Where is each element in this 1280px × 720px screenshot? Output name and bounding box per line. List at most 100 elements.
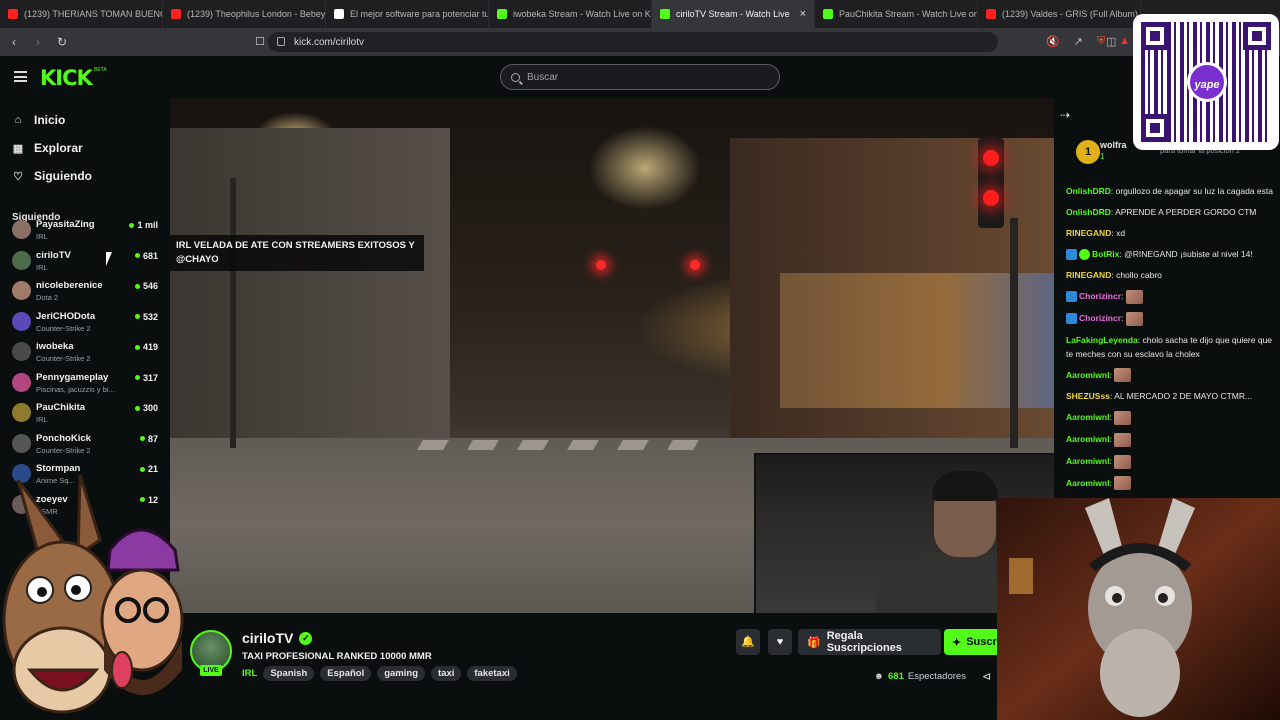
nav-siguiendo[interactable]: ♡ Siguiendo: [0, 162, 168, 190]
browser-tab[interactable]: El mejor software para potenciar tu ...: [326, 0, 489, 28]
chat-username[interactable]: Chorizincr: [1079, 313, 1121, 323]
emote-icon: [1125, 311, 1143, 326]
url-text: kick.com/cirilotv: [294, 36, 365, 48]
kick-logo[interactable]: KICK: [40, 66, 93, 90]
chat-username[interactable]: RINEGAND: [1066, 228, 1111, 238]
stream-category[interactable]: IRL: [242, 668, 257, 679]
chat-username[interactable]: BotRix: [1092, 249, 1119, 259]
mute-icon[interactable]: 🔇: [1046, 35, 1060, 48]
browser-tab[interactable]: iwobeka Stream - Watch Live on Kick: [489, 0, 652, 28]
video-player[interactable]: [170, 98, 1054, 613]
tab-favicon-icon: [497, 9, 507, 19]
viewer-number: 87: [147, 433, 158, 444]
brave-shield-icon[interactable]: ⛨: [1097, 35, 1105, 48]
video-scene: [1010, 218, 1018, 448]
chat-username[interactable]: OnlishDRD: [1066, 207, 1111, 217]
chat-username[interactable]: Aaromiwnl: [1066, 478, 1109, 488]
channel-category: Counter-Strike 2: [36, 354, 91, 363]
browser-tab[interactable]: (1239) Theophilus London - Bebey (f...: [163, 0, 326, 28]
chat-username[interactable]: RINEGAND: [1066, 270, 1111, 280]
following-item[interactable]: iwobeka Counter-Strike 2 419: [12, 340, 162, 370]
following-item[interactable]: PauChikita IRL 300: [12, 401, 162, 431]
live-badge: LIVE: [200, 665, 222, 676]
tab-favicon-icon: [823, 9, 833, 19]
live-dot-icon: [134, 375, 140, 380]
star-icon: ✦: [952, 636, 962, 649]
channel-category: Counter-Strike 2: [36, 323, 91, 333]
extension-icon[interactable]: ▲: [1119, 35, 1130, 48]
share-page-icon[interactable]: ↗: [1074, 35, 1083, 48]
nav-label: Explorar: [34, 141, 83, 155]
emote-icon: [1114, 476, 1132, 491]
gift-subs-button[interactable]: 🎁 Regala Suscripciones: [798, 629, 941, 655]
top-gifter-count: 1: [1100, 152, 1105, 161]
chat-username[interactable]: Aaromiwnl: [1066, 456, 1109, 466]
search-input[interactable]: Buscar: [500, 64, 780, 90]
chat-username[interactable]: Aaromiwnl: [1066, 370, 1109, 380]
chat-username[interactable]: OnlishDRD: [1066, 186, 1111, 196]
viewer-number: 532: [142, 311, 158, 322]
emote-icon: [1114, 454, 1132, 469]
menu-icon[interactable]: [14, 71, 27, 82]
chat-message: RINEGAND: xd: [1066, 228, 1126, 238]
browser-tab[interactable]: PauChikita Stream - Watch Live on K...: [815, 0, 978, 28]
viewer-number: 1 mil: [137, 220, 158, 230]
stream-tag[interactable]: Spanish: [263, 666, 315, 681]
following-item[interactable]: Pennygameplay Piscinas, jacuzzis y bi... 3…: [12, 371, 162, 401]
chat-text: chollo cabro: [1116, 270, 1162, 280]
following-item[interactable]: PayasitaZing IRL 1 mil: [12, 218, 162, 248]
browser-tab[interactable]: (1239) Valdes - GRIS (Full Album) - Y...: [978, 0, 1141, 28]
channel-name[interactable]: ciriloTV: [242, 630, 293, 646]
chat-message: Aaromiwnl:: [1066, 476, 1278, 491]
yape-logo: yape: [1187, 62, 1227, 102]
beta-badge: BETA: [94, 67, 107, 73]
channel-category: Dota 2: [36, 293, 59, 302]
notification-bell-button[interactable]: 🔔: [736, 629, 760, 655]
avatar: [12, 281, 31, 300]
chat-message: RINEGAND: chollo cabro: [1066, 270, 1162, 280]
bookmark-icon[interactable]: ☐: [250, 35, 270, 48]
follow-heart-button[interactable]: ♥: [768, 629, 792, 655]
reload-icon[interactable]: ↻: [52, 35, 72, 49]
nav-explorar[interactable]: ▦ Explorar: [0, 134, 168, 162]
forward-icon[interactable]: ›: [28, 35, 48, 49]
chat-username[interactable]: Chorizincr: [1079, 291, 1121, 301]
subscriber-badge-icon: [1079, 249, 1090, 261]
chat-message: Chorizincr:: [1066, 311, 1278, 326]
stream-tag[interactable]: Español: [320, 666, 372, 681]
chat-username[interactable]: LaFakingLeyenda: [1066, 335, 1138, 345]
following-item[interactable]: JeriCHODota Counter-Strike 2 532: [12, 310, 162, 340]
sidebar-toggle-icon[interactable]: ◫: [1106, 35, 1116, 48]
channel-category: IRL: [36, 262, 48, 272]
url-field[interactable]: kick.com/cirilotv: [268, 32, 998, 52]
following-item[interactable]: nicoleberenice Dota 2 546: [12, 279, 162, 309]
gift-icon: 🎁: [807, 636, 821, 649]
collapse-chat-icon[interactable]: ⇢: [1060, 108, 1070, 122]
live-dot-icon: [134, 344, 140, 350]
viewer-count: ☻ 681 Espectadores: [874, 671, 966, 682]
stream-tags: IRL Spanish Español gaming taxi faketaxi: [242, 666, 517, 681]
channel-name: PauChikita: [36, 402, 86, 413]
chat-message: BotRix: @RINEGAND ¡subiste al nivel 14!: [1066, 247, 1278, 261]
share-icon[interactable]: ⊲: [982, 670, 991, 683]
subscribe-button[interactable]: ✦ Suscr: [944, 629, 1004, 655]
stream-tag[interactable]: gaming: [377, 666, 425, 681]
stream-tag[interactable]: faketaxi: [467, 666, 517, 681]
chat-username[interactable]: SHEZUSss: [1066, 391, 1110, 401]
viewer-count: 1 mil: [129, 220, 158, 230]
chat-username[interactable]: Aaromiwnl: [1066, 412, 1109, 422]
back-icon[interactable]: ‹: [4, 35, 24, 49]
browser-tab[interactable]: ciriloTV Stream - Watch Live ×: [652, 0, 815, 28]
following-item[interactable]: ciriloTV IRL 681: [12, 249, 162, 279]
tab-title: ciriloTV Stream - Watch Live: [676, 9, 790, 19]
stream-tag[interactable]: taxi: [431, 666, 462, 681]
avatar: [12, 311, 31, 331]
browser-tab[interactable]: (1239) THERIANS TOMAN BUENOS ...: [0, 0, 163, 28]
close-tab-icon[interactable]: ×: [800, 8, 806, 20]
nav-inicio[interactable]: ⌂ Inicio: [0, 106, 168, 134]
chat-username[interactable]: Aaromiwnl: [1066, 434, 1109, 444]
site-info-icon[interactable]: [277, 37, 285, 46]
following-item[interactable]: PonchoKick Counter-Strike 2 87: [12, 432, 162, 462]
top-gifter-name[interactable]: wolfra: [1100, 140, 1127, 150]
viewer-number: 300: [142, 403, 158, 413]
